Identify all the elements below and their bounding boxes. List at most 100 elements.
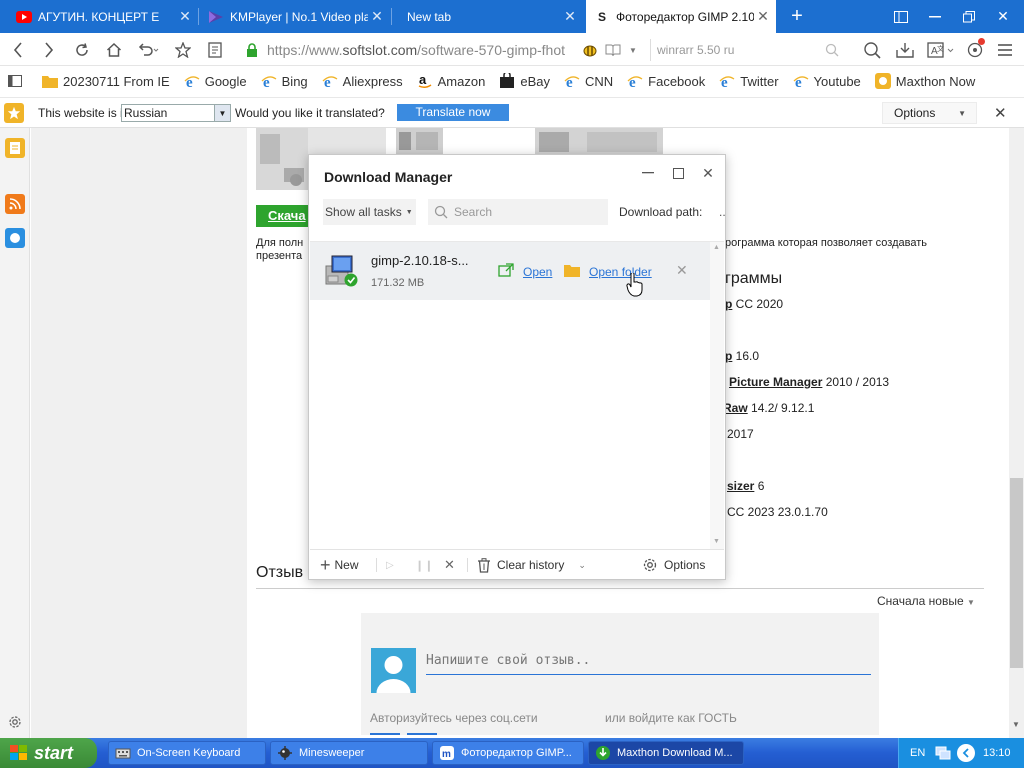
task-filter-dropdown[interactable]: Show all tasks ▼ [323, 199, 416, 225]
sidebar-toggle-icon[interactable] [884, 0, 918, 33]
taskbar-item-onscreen-keyboard[interactable]: On-Screen Keyboard [108, 741, 266, 765]
screenshot-thumbnail[interactable] [256, 128, 308, 190]
start-button[interactable]: start [0, 738, 97, 768]
clear-history-button[interactable]: Clear history ⌄ [477, 554, 586, 576]
show-hidden-icons-button[interactable] [957, 744, 975, 762]
open-file-icon[interactable] [498, 263, 514, 280]
reader-icon[interactable] [601, 38, 625, 62]
bookmark-ebay[interactable]: eBay [499, 73, 550, 89]
bookmark-google[interactable]: e Google [184, 73, 247, 89]
program-item[interactable]: p 16.0 [725, 349, 759, 363]
download-path-more[interactable]: .. [719, 205, 726, 219]
folder-icon[interactable] [564, 263, 580, 280]
bookmark-aliexpress[interactable]: e Aliexpress [322, 73, 403, 89]
close-translate-bar-icon[interactable]: ✕ [994, 104, 1007, 122]
play-icon[interactable]: ▷ [386, 554, 394, 576]
close-dialog-button[interactable]: ✕ [697, 163, 719, 183]
delete-icon[interactable]: ✕ [444, 554, 455, 576]
translate-icon[interactable]: A文 [926, 38, 956, 62]
rss-icon[interactable] [5, 194, 25, 214]
tab-kmplayer[interactable]: KMPlayer | No.1 Video play ✕ [200, 0, 390, 33]
close-window-button[interactable]: ✕ [986, 0, 1020, 33]
screenshot-thumbnail[interactable] [535, 128, 663, 156]
close-tab-icon[interactable]: ✕ [561, 8, 579, 25]
download-icon[interactable] [893, 38, 917, 62]
search-icon[interactable] [820, 38, 844, 62]
tab-agutin[interactable]: АГУТИН. КОНЦЕРТ Е ✕ [8, 0, 198, 33]
url-dropdown-icon[interactable]: ▼ [624, 38, 642, 62]
program-item[interactable]: Picture Manager 2010 / 2013 [729, 375, 889, 389]
download-item[interactable]: gimp-2.10.18-s... 171.32 MB Open Open fo… [310, 242, 710, 300]
program-item[interactable]: 2017 [727, 427, 754, 441]
favorites-icon[interactable] [4, 103, 24, 123]
maximize-button[interactable] [667, 163, 689, 183]
auth-guest-link[interactable]: или войдите как ГОСТЬ [605, 711, 737, 725]
smart-search-icon[interactable] [860, 38, 884, 62]
bookmark-maxthon-now[interactable]: Maxthon Now [874, 73, 975, 89]
bookmark-facebook[interactable]: e Facebook [627, 73, 705, 89]
taskbar-item-minesweeper[interactable]: Minesweeper [270, 741, 428, 765]
download-search-input[interactable]: Search [428, 199, 608, 225]
comment-input[interactable]: Напишите свой отзыв.. [426, 653, 871, 675]
taskbar-item-download-manager[interactable]: Maxthon Download M... [588, 741, 744, 765]
reload-icon[interactable] [70, 38, 94, 62]
scroll-down-arrow-icon[interactable]: ▼ [713, 538, 720, 545]
program-item[interactable]: p CC 2020 [725, 297, 783, 311]
home-icon[interactable] [102, 38, 126, 62]
program-item[interactable]: CC 2023 23.0.1.70 [727, 505, 828, 519]
network-icon[interactable] [935, 745, 951, 764]
bookmark-twitter[interactable]: e Twitter [719, 73, 779, 89]
notes-sidebar-icon[interactable] [5, 138, 25, 158]
favorite-star-icon[interactable] [171, 38, 195, 62]
program-version: 6 [754, 479, 765, 493]
bee-icon[interactable] [578, 38, 602, 62]
open-link[interactable]: Open [523, 265, 552, 279]
tab-gimp[interactable]: S Фоторедактор GIMP 2.10. ✕ [586, 0, 776, 33]
screenshot-thumbnail[interactable] [396, 128, 443, 156]
menu-icon[interactable] [993, 38, 1017, 62]
bookmark-youtube[interactable]: e Youtube [793, 73, 861, 89]
download-list-scrollbar[interactable]: ▲ ▼ [710, 242, 724, 550]
bookmark-cnn[interactable]: e CNN [564, 73, 613, 89]
bookmark-folder-20230711[interactable]: 20230711 From IE [42, 73, 170, 89]
chat-icon[interactable] [5, 228, 25, 248]
tab-new[interactable]: New tab ✕ [393, 0, 583, 33]
page-scrollbar[interactable]: ▼ [1009, 128, 1024, 738]
close-tab-icon[interactable]: ✕ [176, 8, 194, 25]
bookmarks-panel-icon[interactable] [8, 75, 22, 87]
remove-item-icon[interactable]: ✕ [676, 262, 688, 279]
undo-icon[interactable] [133, 38, 163, 62]
sort-dropdown[interactable]: Сначала новые ▼ [877, 594, 975, 608]
bookmark-amazon[interactable]: a Amazon [417, 73, 485, 89]
language-select[interactable]: Russian ▼ [121, 104, 231, 122]
social-button[interactable] [370, 733, 400, 735]
translate-now-button[interactable]: Translate now [397, 104, 509, 121]
close-tab-icon[interactable]: ✕ [368, 8, 386, 25]
new-download-button[interactable]: + New [320, 554, 359, 576]
restore-button[interactable] [952, 0, 986, 33]
scroll-thumb[interactable] [1010, 478, 1023, 668]
new-tab-button[interactable]: + [780, 0, 814, 33]
social-button[interactable] [407, 733, 437, 735]
pause-icon[interactable]: ❙❙ [415, 554, 433, 576]
settings-gear-icon[interactable] [5, 712, 25, 732]
options-button[interactable]: Options [642, 554, 705, 576]
taskbar-item-gimp-browser[interactable]: m Фоторедактор GIMP... [432, 741, 584, 765]
back-icon[interactable] [6, 38, 30, 62]
translate-options-dropdown[interactable]: Options ▼ [882, 102, 977, 124]
download-button[interactable]: Скача [256, 205, 308, 227]
scroll-down-arrow-icon[interactable]: ▼ [1012, 720, 1020, 729]
search-input[interactable]: winrarr 5.50 ru [650, 39, 845, 61]
minimize-button[interactable] [637, 163, 659, 183]
bookmark-bing[interactable]: e Bing [261, 73, 308, 89]
close-tab-icon[interactable]: ✕ [754, 8, 772, 25]
extension-icon[interactable] [963, 38, 987, 62]
program-item[interactable]: sizer 6 [727, 479, 764, 493]
forward-icon[interactable] [37, 38, 61, 62]
scroll-up-arrow-icon[interactable]: ▲ [713, 244, 720, 251]
language-indicator[interactable]: EN [910, 747, 925, 759]
notes-icon[interactable] [203, 38, 227, 62]
clock[interactable]: 13:10 [983, 747, 1011, 759]
minimize-button[interactable] [918, 0, 952, 33]
program-item[interactable]: Raw 14.2/ 9.12.1 [723, 401, 814, 415]
